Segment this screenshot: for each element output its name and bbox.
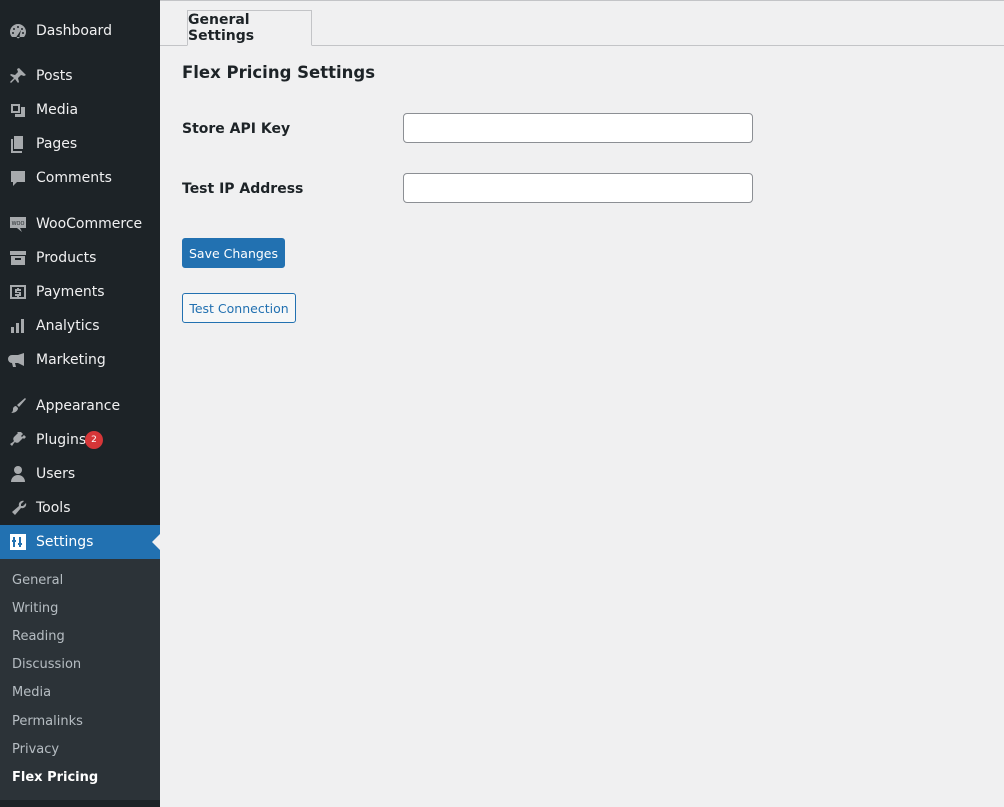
comment-icon xyxy=(8,168,28,188)
user-icon xyxy=(8,464,28,484)
sidebar-item-label: Tools xyxy=(36,500,71,516)
page-title: Flex Pricing Settings xyxy=(182,63,376,82)
megaphone-icon xyxy=(8,350,28,370)
sidebar-item-plugins[interactable]: Plugins 2 xyxy=(0,423,160,457)
sidebar-item-label: Payments xyxy=(36,284,105,300)
sidebar-item-appearance[interactable]: Appearance xyxy=(0,389,160,423)
sidebar-item-pages[interactable]: Pages xyxy=(0,127,160,161)
sidebar-item-label: Products xyxy=(36,250,97,266)
sidebar-item-label: Media xyxy=(36,102,79,118)
sidebar-item-settings[interactable]: Settings xyxy=(0,525,160,559)
submenu-item-permalinks[interactable]: Permalinks xyxy=(12,714,83,729)
sidebar-item-comments[interactable]: Comments xyxy=(0,161,160,195)
store-api-key-input[interactable] xyxy=(403,113,753,143)
bar-chart-icon xyxy=(8,316,28,336)
sidebar-item-label: Settings xyxy=(36,534,94,550)
archive-icon xyxy=(8,248,28,268)
sidebar-item-label: WooCommerce xyxy=(36,216,143,232)
save-changes-button[interactable]: Save Changes xyxy=(182,238,285,268)
sidebar-item-label: Plugins xyxy=(36,432,87,448)
sidebar-item-media[interactable]: Media xyxy=(0,93,160,127)
submenu-item-privacy[interactable]: Privacy xyxy=(12,742,59,757)
media-icon xyxy=(8,100,28,120)
sidebar-item-products[interactable]: Products xyxy=(0,241,160,275)
store-api-key-label: Store API Key xyxy=(182,121,291,137)
svg-text:WOO: WOO xyxy=(12,221,25,227)
sidebar-item-label: Users xyxy=(36,466,76,482)
submenu-item-reading[interactable]: Reading xyxy=(12,629,65,644)
sidebar-item-dashboard[interactable]: Dashboard xyxy=(0,14,160,48)
submenu-item-flex-pricing[interactable]: Flex Pricing xyxy=(12,770,98,785)
sidebar-item-analytics[interactable]: Analytics xyxy=(0,309,160,343)
pushpin-icon xyxy=(8,66,28,86)
sidebar-item-tools[interactable]: Tools xyxy=(0,491,160,525)
top-border xyxy=(160,0,1004,1)
sidebar-item-label: Pages xyxy=(36,136,78,152)
test-connection-button[interactable]: Test Connection xyxy=(182,293,296,323)
submenu-item-general[interactable]: General xyxy=(12,573,63,588)
sidebar-item-label: Comments xyxy=(36,170,112,186)
sidebar-item-label: Appearance xyxy=(36,398,121,414)
payments-icon xyxy=(8,282,28,302)
sidebar-item-label: Posts xyxy=(36,68,73,84)
test-ip-address-label: Test IP Address xyxy=(182,181,304,197)
sidebar-item-label: Analytics xyxy=(36,318,100,334)
admin-sidebar: Dashboard Posts Media Pages Comments WOO… xyxy=(0,0,160,807)
submenu-item-media[interactable]: Media xyxy=(12,685,51,700)
settings-sliders-icon xyxy=(8,532,28,552)
plugins-update-badge: 2 xyxy=(85,431,103,449)
pages-icon xyxy=(8,134,28,154)
wrench-icon xyxy=(8,498,28,518)
sidebar-item-users[interactable]: Users xyxy=(0,457,160,491)
settings-submenu: General Writing Reading Discussion Media… xyxy=(0,559,160,800)
tab-general-settings[interactable]: General Settings xyxy=(187,10,312,46)
plug-icon xyxy=(8,430,28,450)
paintbrush-icon xyxy=(8,396,28,416)
dashboard-icon xyxy=(8,21,28,41)
submenu-item-writing[interactable]: Writing xyxy=(12,601,58,616)
sidebar-item-posts[interactable]: Posts xyxy=(0,59,160,93)
sidebar-item-label: Marketing xyxy=(36,352,106,368)
submenu-item-discussion[interactable]: Discussion xyxy=(12,657,81,672)
sidebar-item-woocommerce[interactable]: WOO WooCommerce xyxy=(0,207,160,241)
sidebar-item-payments[interactable]: Payments xyxy=(0,275,160,309)
sidebar-item-marketing[interactable]: Marketing xyxy=(0,343,160,377)
woocommerce-icon: WOO xyxy=(8,214,28,234)
sidebar-item-label: Dashboard xyxy=(36,23,112,39)
test-ip-address-input[interactable] xyxy=(403,173,753,203)
